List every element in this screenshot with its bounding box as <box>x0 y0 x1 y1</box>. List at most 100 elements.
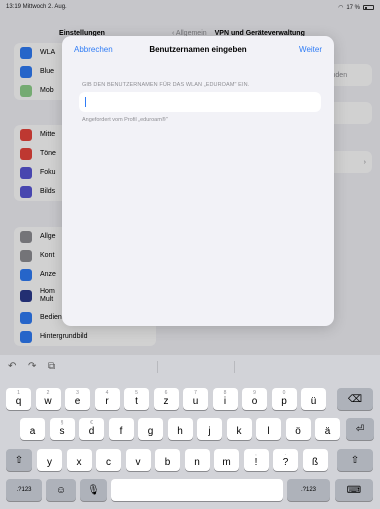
key-q[interactable]: 1q <box>6 388 31 410</box>
hide-keyboard-key[interactable]: ⌨ <box>335 479 373 501</box>
onscreen-keyboard: ↶ ↷ ⧉ 1 q 2 w 3 e 4 r 5 t 6 z 7 u 8 i 9 o 0 p ü ⌫ a § s € d f g h j k l ö… <box>0 355 380 509</box>
key-label: c <box>106 457 111 468</box>
key-x[interactable]: x <box>66 449 92 471</box>
key-n[interactable]: n <box>184 449 210 471</box>
key-hint: . <box>284 451 287 457</box>
next-button[interactable]: Weiter <box>299 45 322 54</box>
key-label: w <box>44 396 52 407</box>
section-label: GIB DEN BENUTZERNAMEN FÜR DAS WLAN „EDUR… <box>82 82 250 88</box>
key-label: g <box>147 426 154 437</box>
key-label: b <box>164 457 171 468</box>
key-label: m <box>222 457 231 468</box>
key-f[interactable]: f <box>108 418 134 440</box>
key-ö[interactable]: ö <box>285 418 311 440</box>
key-label: k <box>236 426 242 437</box>
key-i[interactable]: 8i <box>212 388 238 410</box>
key-label: ! <box>254 457 258 468</box>
key-label: ⇧ <box>350 454 360 466</box>
key-hint: 3 <box>76 390 79 396</box>
key-label: q <box>15 396 22 407</box>
profile-footnote: Angefordert vom Profil „eduroam®" <box>82 117 168 123</box>
key-hint: 4 <box>105 390 109 396</box>
key-e[interactable]: 3e <box>65 388 90 410</box>
modal-title: Benutzernamen eingeben <box>149 45 247 54</box>
key-label: l <box>267 426 270 437</box>
space-key[interactable] <box>111 479 283 501</box>
key-hint: 8 <box>223 390 227 396</box>
undo-icon[interactable]: ↶ <box>8 361 16 372</box>
numbers-key-left[interactable]: .?123 <box>6 479 42 501</box>
key-v[interactable]: v <box>125 449 151 471</box>
key-o[interactable]: 9o <box>242 388 267 410</box>
key-label: ⌫ <box>347 393 363 405</box>
key-label: ⌨ <box>346 484 362 496</box>
key-label: e <box>74 396 81 407</box>
key-ä[interactable]: ä <box>315 418 340 440</box>
key-ß[interactable]: ß <box>302 449 328 471</box>
text-caret <box>85 97 87 107</box>
key-hint: 1 <box>17 390 20 396</box>
key-?[interactable]: .? <box>273 449 298 471</box>
key-s[interactable]: § s <box>49 418 75 440</box>
key-p[interactable]: 0p <box>271 388 297 410</box>
username-modal: Abbrechen Benutzernamen eingeben Weiter … <box>62 36 334 326</box>
key-w[interactable]: 2w <box>35 388 61 410</box>
key-h[interactable]: h <box>167 418 193 440</box>
key-label: f <box>119 426 123 437</box>
key-g[interactable]: g <box>138 418 163 440</box>
key-label: v <box>135 457 141 468</box>
key-label: ä <box>324 426 331 437</box>
key-d[interactable]: € d <box>79 418 104 440</box>
delete-key[interactable]: ⌫ <box>337 388 373 410</box>
redo-icon[interactable]: ↷ <box>28 361 36 372</box>
key-label: r <box>105 396 109 407</box>
key-ü[interactable]: ü <box>301 388 326 410</box>
key-label: a <box>29 426 36 437</box>
key-hint: 2 <box>46 390 50 396</box>
username-input[interactable] <box>88 92 313 112</box>
shift-right-key[interactable]: ⇧ <box>337 449 373 471</box>
shift-left-key[interactable]: ⇧ <box>6 449 32 471</box>
key-label: n <box>194 457 200 468</box>
return-key[interactable]: ⏎ <box>346 418 374 440</box>
key-hint: 9 <box>253 390 256 396</box>
key-label: u <box>192 396 199 407</box>
key-label: t <box>135 396 138 407</box>
key-c[interactable]: c <box>96 449 121 471</box>
key-label: h <box>177 426 183 437</box>
key-j[interactable]: j <box>197 418 222 440</box>
key-m[interactable]: m <box>214 449 239 471</box>
key-hint: 5 <box>135 390 138 396</box>
key-label: d <box>88 426 95 437</box>
toolbar-divider <box>157 361 158 373</box>
key-label: .?123 <box>16 487 32 493</box>
key-z[interactable]: 6z <box>153 388 179 410</box>
key-l[interactable]: l <box>256 418 281 440</box>
key-label: p <box>281 396 287 407</box>
microphone-key[interactable]: 🎙 <box>80 479 107 501</box>
key-label: .?123 <box>300 487 316 493</box>
key-label: 🎙 <box>87 484 100 496</box>
key-label: ü <box>310 396 317 407</box>
key-k[interactable]: k <box>226 418 252 440</box>
key-hint: 0 <box>282 390 286 396</box>
username-field[interactable] <box>79 92 321 112</box>
key-hint: , <box>255 451 257 457</box>
key-a[interactable]: a <box>20 418 45 440</box>
key-t[interactable]: 5t <box>124 388 149 410</box>
key-b[interactable]: b <box>155 449 180 471</box>
emoji-key[interactable]: ☺ <box>46 479 76 501</box>
key-label: ? <box>282 457 289 468</box>
key-label: j <box>208 426 211 437</box>
key-label: y <box>47 457 52 468</box>
modal-header: Abbrechen Benutzernamen eingeben Weiter <box>62 36 334 62</box>
paste-icon[interactable]: ⧉ <box>48 361 55 372</box>
key-![interactable]: ,! <box>243 449 269 471</box>
key-y[interactable]: y <box>37 449 62 471</box>
key-label: z <box>163 396 169 407</box>
key-r[interactable]: 4r <box>94 388 120 410</box>
numbers-key-right[interactable]: .?123 <box>287 479 330 501</box>
key-u[interactable]: 7u <box>183 388 208 410</box>
key-label: x <box>76 457 82 468</box>
toolbar-divider <box>234 361 235 373</box>
